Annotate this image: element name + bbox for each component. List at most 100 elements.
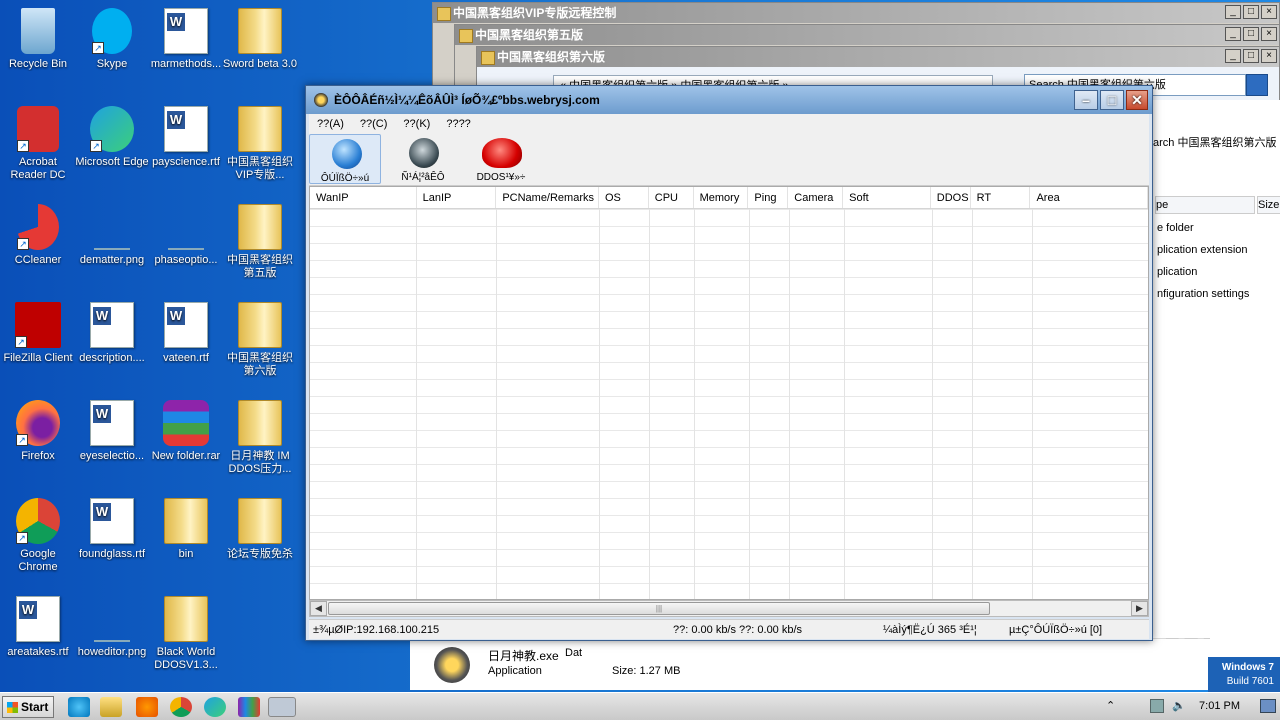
window-controls[interactable]: _ □ × [1225, 49, 1277, 63]
desktop-icon[interactable]: Recycle Bin [0, 2, 76, 71]
column-header[interactable]: OS [599, 187, 649, 208]
list-item[interactable]: plication [1157, 266, 1197, 278]
desktop-icon[interactable]: eyeselectio... [74, 394, 150, 463]
maximize-icon[interactable]: □ [1243, 5, 1259, 19]
volume-icon[interactable]: 🔈 [1172, 699, 1186, 712]
desktop-icon[interactable]: 论坛专版免杀 [222, 492, 298, 561]
remote-control-window[interactable]: ÈÔÔÂÉñ½Ì¼¼ÊõÂÛÌ³ ÍøÕ¾£ºbbs.webrysj.com –… [305, 85, 1153, 641]
column-header[interactable]: Soft [843, 187, 931, 208]
system-tray: ⌃ 🔈 7:01 PM [1100, 693, 1280, 720]
minimize-icon[interactable]: _ [1225, 49, 1241, 63]
close-icon[interactable]: × [1261, 5, 1277, 19]
desktop-icon[interactable]: ↗ Skype [74, 2, 150, 71]
column-header[interactable]: CPU [649, 187, 694, 208]
desktop-icon[interactable]: ↗ Microsoft Edge [74, 100, 150, 169]
table-body[interactable] [310, 209, 1148, 599]
maximize-icon[interactable]: □ [1243, 49, 1259, 63]
desktop-icon[interactable]: ↗ Firefox [0, 394, 76, 463]
desktop-icon[interactable]: description.... [74, 296, 150, 365]
winrar-icon[interactable] [238, 697, 260, 717]
toolbar-label: Ñ¹Á¦²âÊÔ [401, 172, 445, 183]
network-icon[interactable] [1150, 699, 1164, 713]
column-header[interactable]: WanIP [310, 187, 417, 208]
desktop-icon[interactable]: payscience.rtf [148, 100, 224, 169]
chrome-icon[interactable] [170, 697, 192, 717]
online-host-button[interactable]: ÔÚÏßÖ÷»ú [309, 134, 381, 184]
desktop-icon-label: description.... [79, 352, 145, 364]
desktop-icon[interactable]: foundglass.rtf [74, 492, 150, 561]
desktop-icon-label: 日月神教 IM DDOS压力... [228, 450, 292, 475]
maximize-icon[interactable]: □ [1243, 27, 1259, 41]
desktop-icon[interactable]: 中国黑客组织第六版 [222, 296, 298, 378]
media-player-icon[interactable] [136, 697, 158, 717]
search-icon[interactable] [1246, 74, 1268, 96]
desktop-icon[interactable]: Sword beta 3.0 [222, 2, 298, 71]
desktop-icon[interactable]: 日月神教 IM DDOS压力... [222, 394, 298, 476]
list-item[interactable]: nfiguration settings [1157, 288, 1249, 300]
window-titlebar[interactable]: ÈÔÔÂÉñ½Ì¼¼ÊõÂÛÌ³ ÍøÕ¾£ºbbs.webrysj.com –… [306, 86, 1152, 114]
folder-icon [238, 498, 282, 544]
show-hidden-icon[interactable]: ⌃ [1106, 699, 1115, 712]
clock[interactable]: 7:01 PM [1199, 700, 1240, 712]
menu-item[interactable]: ??(A) [309, 118, 352, 130]
scroll-right-icon[interactable]: ▶ [1131, 601, 1148, 616]
menu-item[interactable]: ??(K) [395, 118, 438, 130]
explorer-icon[interactable] [100, 697, 122, 717]
menu-item[interactable]: ??(C) [352, 118, 396, 130]
remote-control-task-icon[interactable] [268, 697, 296, 717]
desktop-icon[interactable]: 中国黑客组织VIP专版... [222, 100, 298, 182]
maximize-icon[interactable]: □ [1100, 90, 1124, 110]
minimize-icon[interactable]: _ [1225, 5, 1241, 19]
host-table[interactable]: WanIP LanIP PCName/Remarks OS CPU Memory Ping C… [309, 186, 1149, 600]
desktop-icon[interactable]: 中国黑客组织第五版 [222, 198, 298, 280]
desktop-icon[interactable]: Black World DDOSV1.3... [148, 590, 224, 672]
minimize-icon[interactable]: _ [1225, 27, 1241, 41]
start-button[interactable]: Start [2, 696, 54, 718]
column-header[interactable]: Camera [788, 187, 844, 208]
desktop-icon[interactable]: howeditor.png [74, 590, 150, 659]
desktop-icon[interactable]: ↗ Acrobat Reader DC [0, 100, 76, 182]
close-icon[interactable]: × [1261, 27, 1277, 41]
desktop-icon[interactable]: ↗ Google Chrome [0, 492, 76, 574]
desktop-icon[interactable]: New folder.rar [148, 394, 224, 463]
ccleaner-icon: ↗ [17, 204, 59, 250]
ddos-attack-button[interactable]: DDOS¹¥»÷ [465, 134, 537, 184]
menu-item[interactable]: ???? [438, 118, 478, 130]
edge-icon[interactable] [204, 697, 226, 717]
close-icon[interactable]: ✕ [1126, 90, 1148, 110]
ie-icon[interactable] [68, 697, 90, 717]
desktop-icon[interactable]: dematter.png [74, 198, 150, 267]
desktop-icon[interactable]: bin [148, 492, 224, 561]
column-header[interactable]: Memory [694, 187, 749, 208]
window-title: 中国黑客组织第六版 [477, 47, 1279, 67]
column-header[interactable]: Area [1030, 187, 1148, 208]
acrobat-icon: ↗ [17, 106, 59, 152]
close-icon[interactable]: × [1261, 49, 1277, 63]
desktop-icon[interactable]: areatakes.rtf [0, 590, 76, 659]
window-controls[interactable]: _ □ × [1225, 27, 1277, 41]
desktop-icon[interactable]: vateen.rtf [148, 296, 224, 365]
column-header[interactable]: LanIP [417, 187, 497, 208]
column-header[interactable]: Ping [748, 187, 789, 208]
folder-icon [238, 400, 282, 446]
window-controls[interactable]: _ □ × [1225, 5, 1277, 19]
column-header[interactable]: RT [971, 187, 1031, 208]
column-header[interactable]: DDOS [931, 187, 971, 208]
desktop-icon[interactable]: ↗ CCleaner [0, 198, 76, 267]
list-item[interactable]: plication extension [1157, 244, 1248, 256]
horizontal-scrollbar[interactable]: ◀ ||| ▶ [309, 600, 1149, 617]
column-size-header[interactable]: Size [1257, 196, 1280, 214]
stress-test-button[interactable]: Ñ¹Á¦²âÊÔ [387, 134, 459, 184]
window-controls[interactable]: – □ ✕ [1074, 90, 1148, 110]
desktop-icon[interactable]: phaseoptio... [148, 198, 224, 267]
scroll-thumb[interactable]: ||| [328, 602, 990, 615]
minimize-icon[interactable]: – [1074, 90, 1098, 110]
column-type-header[interactable]: pe [1155, 196, 1255, 214]
column-header[interactable]: PCName/Remarks [496, 187, 599, 208]
show-desktop-icon[interactable] [1260, 699, 1276, 713]
list-item[interactable]: e folder [1157, 222, 1194, 234]
scroll-left-icon[interactable]: ◀ [310, 601, 327, 616]
stress-test-icon [409, 138, 439, 168]
desktop-icon[interactable]: ↗ FileZilla Client [0, 296, 76, 365]
desktop-icon[interactable]: marmethods... [148, 2, 224, 71]
